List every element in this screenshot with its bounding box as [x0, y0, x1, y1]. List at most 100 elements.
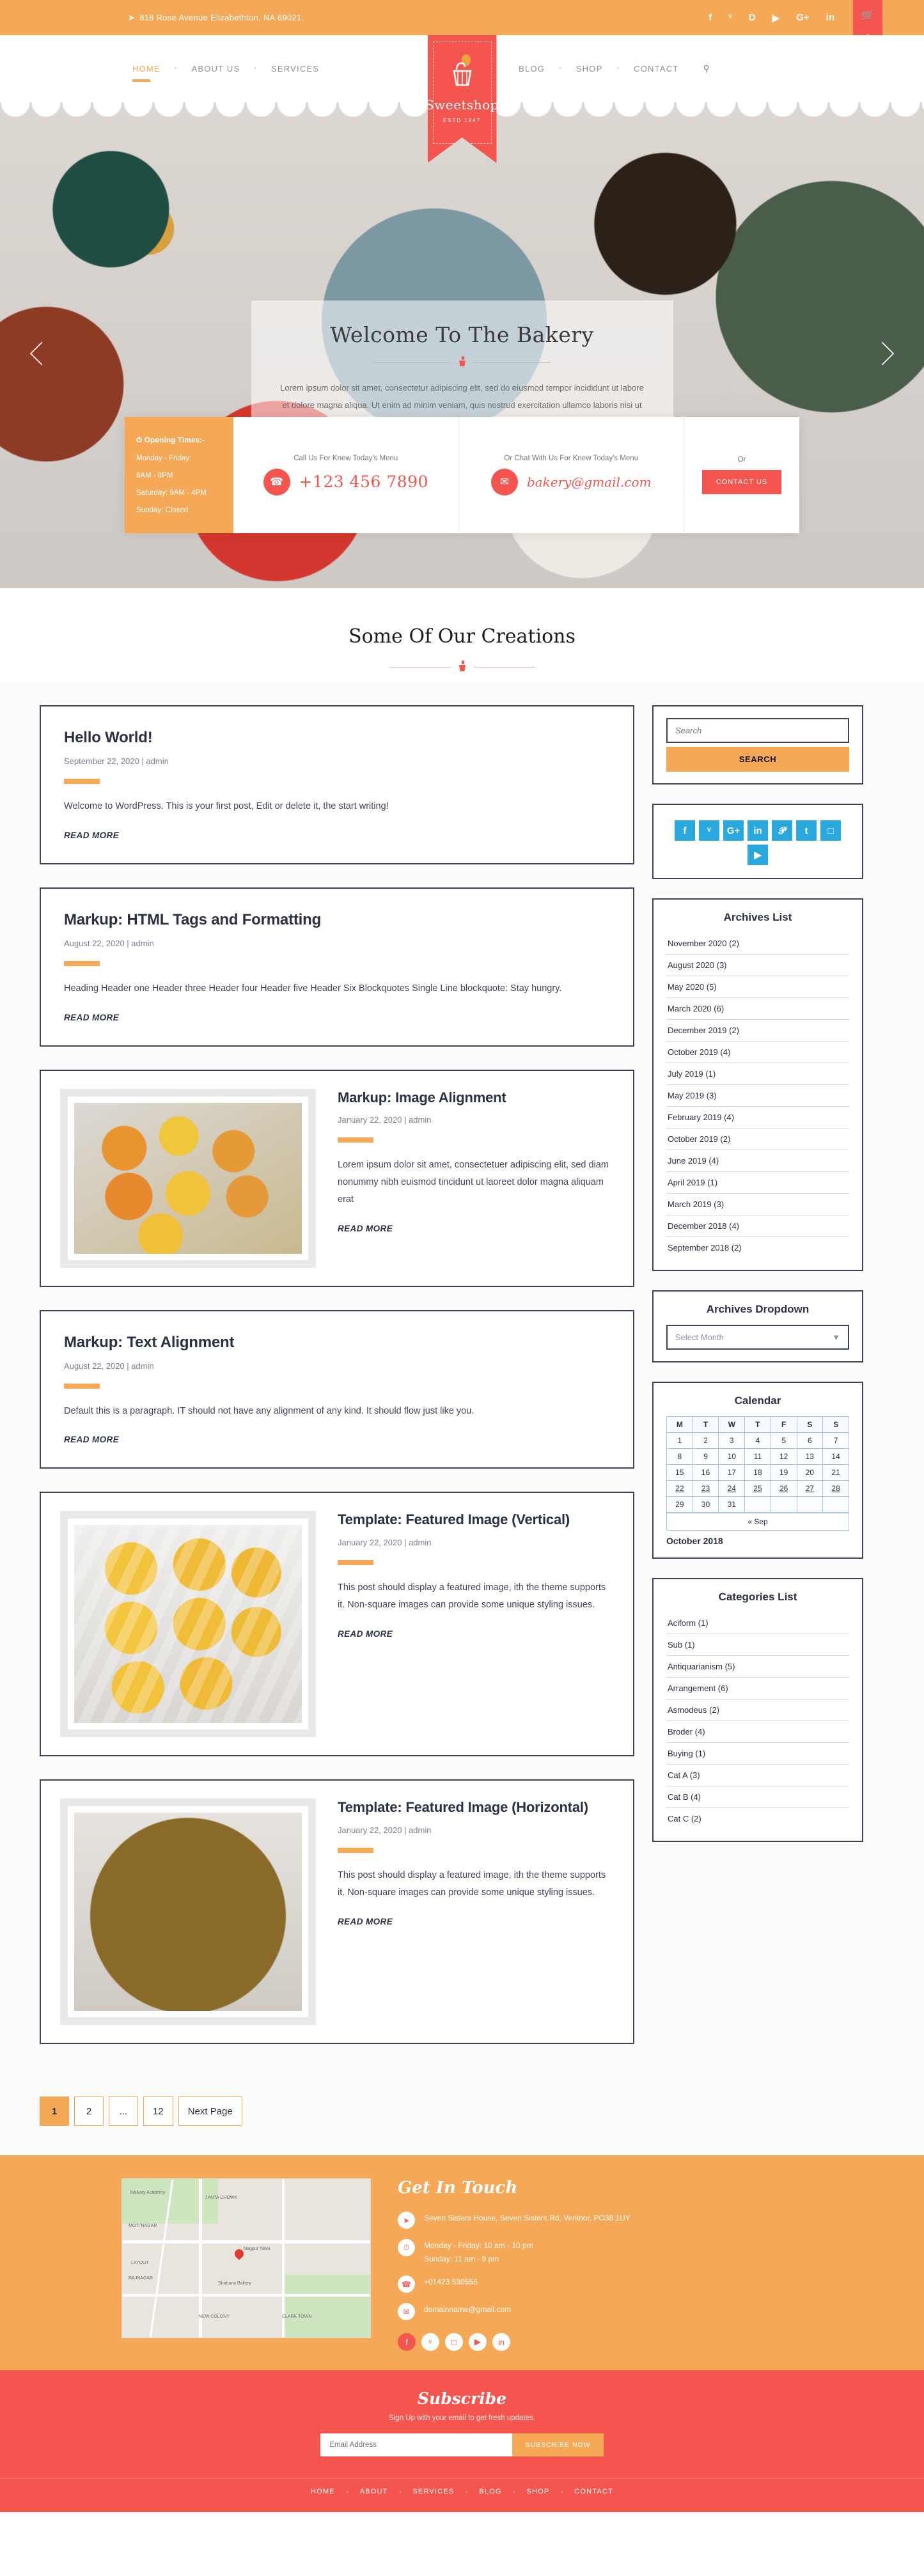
calendar-day[interactable]: 30 [692, 1496, 719, 1513]
archive-item[interactable]: March 2020 (6) [666, 998, 849, 1020]
archive-item[interactable]: April 2019 (1) [666, 1172, 849, 1194]
facebook-icon[interactable]: f [675, 820, 695, 841]
calendar-day[interactable]: 24 [718, 1480, 746, 1497]
twitter-icon[interactable]: ᵛ [728, 12, 732, 23]
youtube-icon[interactable]: ▶ [469, 2333, 487, 2352]
read-more-link[interactable]: READ MORE [338, 1917, 393, 1926]
email-field[interactable] [320, 2433, 513, 2457]
calendar-day[interactable]: 23 [692, 1480, 719, 1497]
search-input[interactable] [666, 718, 849, 743]
calendar-day[interactable]: 6 [796, 1432, 824, 1449]
archive-item[interactable]: June 2019 (4) [666, 1150, 849, 1172]
category-item[interactable]: Buying (1) [666, 1743, 849, 1765]
calendar-day[interactable]: 2 [692, 1432, 719, 1449]
calendar-day[interactable]: 22 [666, 1480, 693, 1497]
calendar-day[interactable]: 9 [692, 1448, 719, 1465]
archive-item[interactable]: October 2019 (4) [666, 1042, 849, 1063]
nav-item-shop[interactable]: SHOP [562, 64, 617, 74]
linkedin-icon[interactable]: in [748, 820, 768, 841]
search-icon[interactable]: ⚲ [703, 63, 709, 74]
read-more-link[interactable]: READ MORE [64, 1435, 119, 1444]
calendar-day[interactable]: 3 [718, 1432, 746, 1449]
post-thumbnail[interactable] [60, 1088, 316, 1268]
archive-item[interactable]: February 2019 (4) [666, 1107, 849, 1128]
footer-nav-home[interactable]: HOME [299, 2488, 347, 2495]
subscribe-button[interactable]: SUBSCRIBE NOW [512, 2433, 604, 2457]
category-item[interactable]: Arrangement (6) [666, 1678, 849, 1699]
twitter-icon[interactable]: ᵛ [699, 820, 719, 841]
post-thumbnail[interactable] [60, 1799, 316, 2026]
youtube-icon[interactable]: ▶ [772, 12, 780, 24]
post-title[interactable]: Markup: Image Alignment [338, 1089, 614, 1107]
page-1[interactable]: 1 [40, 2096, 69, 2127]
calendar-day[interactable]: 8 [666, 1448, 693, 1465]
calendar-day[interactable]: 21 [822, 1464, 849, 1481]
nav-item-contact[interactable]: CONTACT [620, 64, 693, 74]
youtube-icon[interactable]: ▶ [748, 845, 768, 865]
post-title[interactable]: Template: Featured Image (Horizontal) [338, 1799, 614, 1816]
calendar-day[interactable]: 17 [718, 1464, 746, 1481]
calendar-day[interactable]: 4 [744, 1432, 771, 1449]
calendar-day[interactable]: 15 [666, 1464, 693, 1481]
category-item[interactable]: Aciform (1) [666, 1612, 849, 1634]
page-2[interactable]: 2 [74, 2096, 104, 2127]
footer-nav-shop[interactable]: SHOP [515, 2488, 561, 2495]
category-item[interactable]: Sub (1) [666, 1634, 849, 1656]
footer-nav-about[interactable]: ABOUT [348, 2488, 400, 2495]
footer-nav-contact[interactable]: CONTACT [563, 2488, 625, 2495]
category-item[interactable]: Cat A (3) [666, 1765, 849, 1786]
facebook-icon[interactable]: f [709, 12, 712, 23]
archive-item[interactable]: November 2020 (2) [666, 933, 849, 955]
footer-nav-blog[interactable]: BLOG [467, 2488, 513, 2495]
page-...[interactable]: ... [109, 2096, 138, 2127]
calendar-prev-link[interactable]: « Sep [666, 1513, 849, 1531]
instagram-icon[interactable]: □ [820, 820, 841, 841]
read-more-link[interactable]: READ MORE [338, 1629, 393, 1639]
linkedin-icon[interactable]: in [826, 12, 834, 23]
read-more-link[interactable]: READ MORE [338, 1224, 393, 1233]
calendar-day[interactable]: 27 [796, 1480, 824, 1497]
calendar-day[interactable]: 1 [666, 1432, 693, 1449]
archive-item[interactable]: December 2018 (4) [666, 1215, 849, 1237]
search-button[interactable]: SEARCH [666, 747, 849, 772]
email-address[interactable]: bakery@gmail.com [527, 474, 652, 490]
tumblr-icon[interactable]: t [796, 820, 817, 841]
calendar-day[interactable]: 14 [822, 1448, 849, 1465]
read-more-link[interactable]: READ MORE [64, 831, 119, 840]
calendar-day[interactable]: 26 [770, 1480, 797, 1497]
nav-item-about-us[interactable]: ABOUT US [178, 64, 254, 74]
post-title[interactable]: Template: Featured Image (Vertical) [338, 1511, 614, 1529]
archive-item[interactable]: May 2020 (5) [666, 976, 849, 998]
archive-item[interactable]: July 2019 (1) [666, 1063, 849, 1085]
page-12[interactable]: 12 [143, 2096, 173, 2127]
nav-item-home[interactable]: HOME [118, 64, 175, 82]
category-item[interactable]: Cat B (4) [666, 1786, 849, 1808]
instagram-icon[interactable]: □ [445, 2333, 463, 2352]
google-plus-icon[interactable]: G+ [796, 12, 809, 23]
category-item[interactable]: Broder (4) [666, 1721, 849, 1743]
calendar-day[interactable]: 29 [666, 1496, 693, 1513]
google-plus-icon[interactable]: G+ [723, 820, 744, 841]
archive-item[interactable]: October 2019 (2) [666, 1128, 849, 1150]
footer-email[interactable]: domainname@gmail.com [424, 2303, 511, 2316]
month-select[interactable]: Select Month ▼ [666, 1325, 849, 1350]
location-map[interactable]: Railway Academy JANTA CHOWK MOTI NAGAR L… [121, 2178, 371, 2339]
nav-item-services[interactable]: SERVICES [257, 64, 333, 74]
footer-phone[interactable]: +01423 530555 [424, 2275, 478, 2288]
nav-item-blog[interactable]: BLOG [505, 64, 559, 74]
footer-nav-services[interactable]: SERVICES [401, 2488, 466, 2495]
archive-item[interactable]: May 2019 (3) [666, 1085, 849, 1107]
category-item[interactable]: Antiquarianism (5) [666, 1656, 849, 1678]
post-thumbnail[interactable] [60, 1511, 316, 1738]
post-title[interactable]: Hello World! [64, 728, 610, 747]
post-title[interactable]: Markup: HTML Tags and Formatting [64, 910, 610, 930]
archive-item[interactable]: December 2019 (2) [666, 1020, 849, 1042]
archive-item[interactable]: September 2018 (2) [666, 1237, 849, 1258]
archive-item[interactable]: March 2019 (3) [666, 1194, 849, 1215]
calendar-day[interactable]: 12 [770, 1448, 797, 1465]
next-page-button[interactable]: Next Page [178, 2096, 242, 2127]
calendar-day[interactable]: 31 [718, 1496, 746, 1513]
category-item[interactable]: Cat C (2) [666, 1808, 849, 1829]
calendar-day[interactable]: 16 [692, 1464, 719, 1481]
dribbble-icon[interactable]: D [749, 12, 756, 23]
